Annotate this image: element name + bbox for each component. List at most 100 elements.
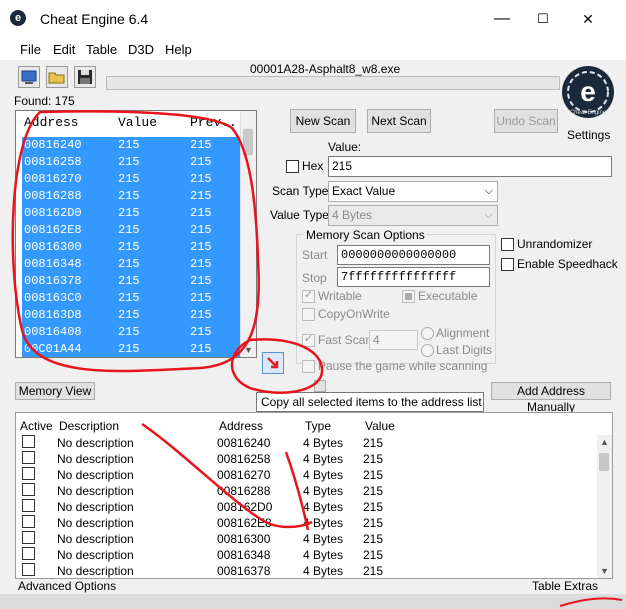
next-scan-button[interactable]: Next Scan: [367, 109, 431, 133]
minimize-button[interactable]: —: [479, 6, 525, 32]
small-square-button[interactable]: [314, 380, 326, 392]
col-type[interactable]: Type: [305, 419, 331, 433]
active-checkbox[interactable]: [22, 451, 35, 464]
table-row[interactable]: No description 00816348 4 Bytes 215: [16, 547, 596, 563]
result-address: 00816408: [24, 325, 82, 339]
settings-label[interactable]: Settings: [567, 128, 610, 142]
result-value: 215: [118, 325, 140, 339]
result-row[interactable]: 00816270 215 215: [22, 171, 255, 188]
save-icon[interactable]: [74, 66, 96, 88]
table-row[interactable]: No description 00816258 4 Bytes 215: [16, 451, 596, 467]
active-checkbox[interactable]: [22, 499, 35, 512]
results-scroll-thumb[interactable]: [243, 129, 253, 155]
stop-address-input[interactable]: 7fffffffffffffff: [337, 267, 490, 287]
row-value: 215: [363, 564, 384, 578]
address-list-table[interactable]: Active Description Address Type Value No…: [15, 412, 613, 579]
result-row[interactable]: 008163D8 215 215: [22, 307, 255, 324]
row-address: 00816378: [217, 564, 271, 578]
fast-scan-value-input[interactable]: 4: [369, 330, 418, 350]
result-value: 215: [118, 155, 140, 169]
result-row[interactable]: 00816240 215 215: [22, 137, 255, 154]
result-row[interactable]: 00816348 215 215: [22, 256, 255, 273]
menu-file[interactable]: File: [20, 42, 41, 57]
advanced-options-button[interactable]: Advanced Options: [18, 579, 116, 593]
result-row[interactable]: 00816300 215 215: [22, 239, 255, 256]
result-address: 008162D0: [24, 206, 82, 220]
result-row[interactable]: 00816408 215 215: [22, 324, 255, 341]
active-checkbox[interactable]: [22, 435, 35, 448]
cheat-engine-logo[interactable]: e Cheat Engine: [560, 64, 616, 120]
active-checkbox[interactable]: [22, 531, 35, 544]
open-process-icon[interactable]: [18, 66, 40, 88]
maximize-button[interactable]: ☐: [520, 6, 566, 32]
scan-value-input[interactable]: 215: [328, 156, 612, 177]
copy-on-write-checkbox[interactable]: [302, 308, 315, 321]
table-row[interactable]: No description 00816240 4 Bytes 215: [16, 435, 596, 451]
row-description: No description: [57, 532, 134, 546]
col-active[interactable]: Active: [20, 419, 53, 433]
scroll-up-icon[interactable]: ▲: [600, 437, 609, 447]
scan-type-label: Scan Type: [272, 184, 329, 198]
scroll-down-icon[interactable]: ▼: [600, 566, 609, 576]
result-row[interactable]: 008162D0 215 215: [22, 205, 255, 222]
active-checkbox[interactable]: [22, 563, 35, 576]
pause-game-checkbox[interactable]: [302, 360, 315, 373]
add-address-manually-button[interactable]: Add Address Manually: [491, 382, 611, 414]
table-row[interactable]: No description 00816270 4 Bytes 215: [16, 467, 596, 483]
results-header-address[interactable]: Address: [24, 115, 79, 130]
undo-scan-button[interactable]: Undo Scan: [494, 109, 558, 133]
menu-help[interactable]: Help: [165, 42, 192, 57]
row-type: 4 Bytes: [303, 564, 344, 578]
alignment-radio[interactable]: [421, 327, 434, 340]
scroll-down-icon[interactable]: ▼: [244, 345, 253, 355]
table-row[interactable]: No description 00816378 4 Bytes 215: [16, 563, 596, 578]
results-header-value[interactable]: Value: [118, 115, 157, 130]
result-row[interactable]: 00816288 215 215: [22, 188, 255, 205]
scan-type-select[interactable]: Exact Value ⌵: [328, 181, 498, 202]
writable-checkbox[interactable]: ✓: [302, 289, 315, 303]
unrandomizer-checkbox[interactable]: [501, 238, 514, 251]
table-row[interactable]: No description 008162D0 4 Bytes 215: [16, 499, 596, 515]
address-list-scrollbar[interactable]: ▲ ▼: [597, 435, 612, 578]
executable-checkbox[interactable]: [402, 290, 415, 303]
active-checkbox[interactable]: [22, 515, 35, 528]
results-header-previous[interactable]: Prev...: [190, 115, 245, 130]
result-row[interactable]: 00C01A44 215 215: [22, 341, 255, 357]
start-address-input[interactable]: 0000000000000000: [337, 245, 490, 265]
active-checkbox[interactable]: [22, 467, 35, 480]
row-value: 215: [363, 436, 384, 450]
col-address[interactable]: Address: [219, 419, 263, 433]
active-checkbox[interactable]: [22, 483, 35, 496]
active-checkbox[interactable]: [22, 547, 35, 560]
found-count: Found: 175: [14, 94, 75, 108]
open-file-icon[interactable]: [46, 66, 68, 88]
last-digits-radio[interactable]: [421, 344, 434, 357]
results-scrollbar[interactable]: ▼: [240, 111, 256, 357]
result-row[interactable]: 00816258 215 215: [22, 154, 255, 171]
result-row[interactable]: 008163C0 215 215: [22, 290, 255, 307]
memory-view-button[interactable]: Memory View: [15, 382, 95, 400]
table-row[interactable]: No description 00816288 4 Bytes 215: [16, 483, 596, 499]
close-button[interactable]: ✕: [565, 6, 611, 32]
table-extras-button[interactable]: Table Extras: [532, 579, 598, 593]
speedhack-checkbox[interactable]: [501, 258, 514, 271]
col-value[interactable]: Value: [365, 419, 395, 433]
hex-checkbox[interactable]: [286, 160, 299, 173]
result-previous: 215: [190, 257, 212, 271]
table-row[interactable]: No description 008162E8 4 Bytes 215: [16, 515, 596, 531]
status-bar: Advanced Options Table Extras: [0, 578, 614, 594]
scan-results-list[interactable]: Address Value Prev... 00816240 215 215 0081…: [15, 110, 257, 358]
address-scroll-thumb[interactable]: [599, 453, 609, 471]
fast-scan-checkbox[interactable]: ✓: [302, 333, 315, 347]
result-row[interactable]: 008162E8 215 215: [22, 222, 255, 239]
col-description[interactable]: Description: [59, 419, 119, 433]
value-type-select[interactable]: 4 Bytes ⌵: [328, 205, 498, 226]
table-row[interactable]: No description 00816300 4 Bytes 215: [16, 531, 596, 547]
menu-edit[interactable]: Edit: [53, 42, 75, 57]
menu-d3d[interactable]: D3D: [128, 42, 154, 57]
copy-to-address-list-button[interactable]: [262, 352, 284, 374]
result-row[interactable]: 00816378 215 215: [22, 273, 255, 290]
new-scan-button[interactable]: New Scan: [290, 109, 356, 133]
result-value: 215: [118, 308, 140, 322]
menu-table[interactable]: Table: [86, 42, 117, 57]
